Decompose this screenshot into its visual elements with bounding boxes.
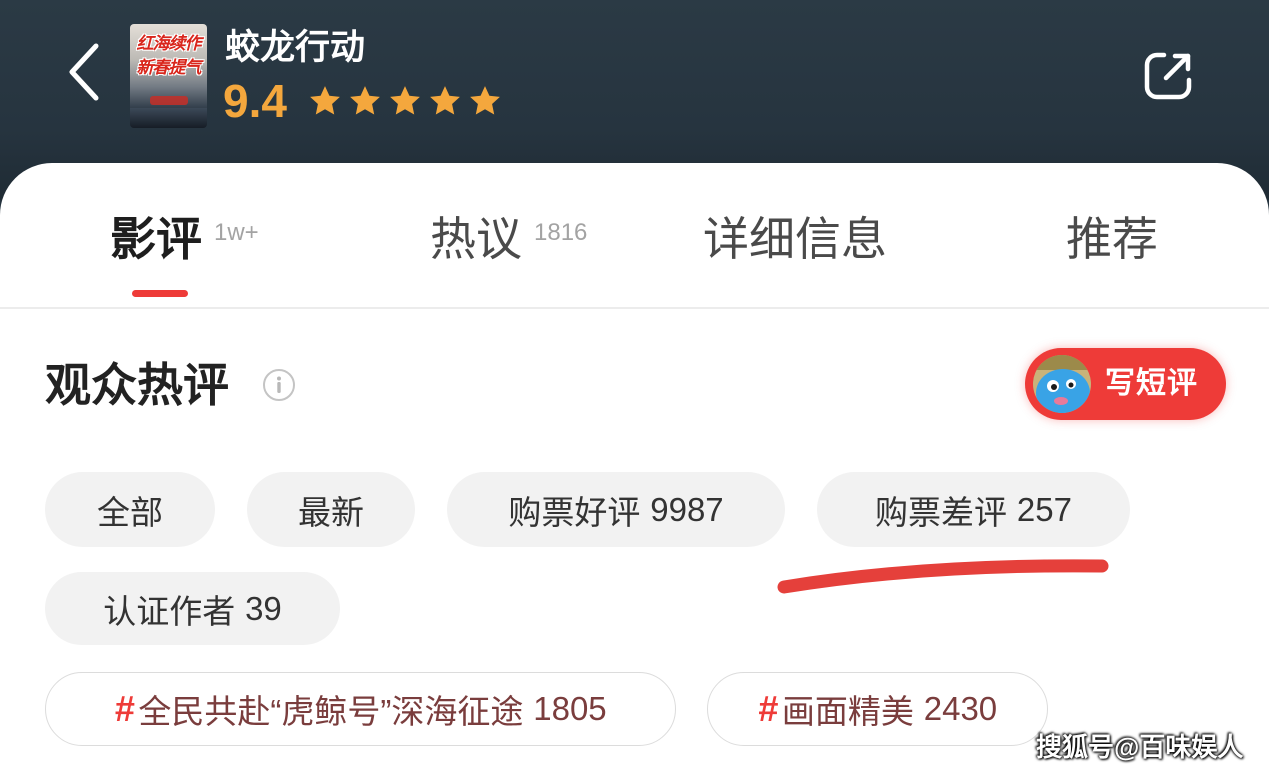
poster-sea	[130, 108, 207, 128]
filter-chip-label: 全部	[97, 493, 163, 531]
tabs-divider	[0, 307, 1269, 309]
hashtag-symbol: #	[114, 688, 135, 729]
content-card: 影评 1w+ 热议 1816 详细信息 推荐 观众热评 写短评 全部 最新 购票…	[0, 163, 1269, 773]
filter-chip-count: 39	[245, 589, 282, 627]
write-review-label: 写短评	[1105, 367, 1198, 400]
star-icon	[310, 86, 340, 115]
filter-chip-all[interactable]: 全部	[45, 472, 215, 547]
filter-chip-label: 认证作者	[103, 592, 236, 630]
tab-reviews[interactable]: 影评 1w+	[110, 211, 259, 267]
poster-text-line: 新春提气	[136, 58, 202, 77]
tab-label: 热议	[430, 213, 522, 265]
star-icon	[390, 86, 420, 115]
movie-rating: 9.4	[223, 75, 287, 127]
poster-emblem	[150, 96, 188, 105]
topic-label: 全民共赴“虎鲸号”深海征途	[138, 693, 524, 730]
filter-chip-latest[interactable]: 最新	[247, 472, 415, 547]
topic-count: 2430	[923, 690, 998, 727]
active-tab-indicator	[132, 290, 188, 297]
topic-label: 画面精美	[781, 693, 914, 730]
filter-chip-label: 最新	[298, 493, 364, 531]
filter-chip-label: 购票好评	[508, 493, 641, 531]
movie-poster[interactable]: 红海续作 新春提气	[130, 24, 207, 128]
write-review-button[interactable]: 写短评	[1025, 348, 1226, 420]
topic-tag[interactable]: # 全民共赴“虎鲸号”深海征途 1805	[45, 672, 676, 746]
poster-text-line: 红海续作	[136, 34, 202, 53]
movie-title: 蛟龙行动	[225, 28, 366, 67]
tab-label: 详细信息	[703, 213, 887, 265]
star-icon	[430, 86, 460, 115]
filter-chip-count: 9987	[650, 490, 724, 528]
back-button[interactable]	[66, 42, 102, 102]
tab-count: 1w+	[214, 219, 259, 246]
tab-discussion[interactable]: 热议 1816	[430, 211, 587, 267]
tab-recommend[interactable]: 推荐	[1066, 211, 1158, 267]
tab-label: 影评	[110, 213, 202, 265]
filter-chip-positive[interactable]: 购票好评 9987	[447, 472, 785, 547]
info-icon[interactable]	[262, 368, 296, 402]
section-title: 观众热评	[45, 359, 229, 411]
topic-tag[interactable]: # 画面精美 2430	[707, 672, 1048, 746]
filter-chip-verified[interactable]: 认证作者 39	[45, 572, 340, 645]
hashtag-symbol: #	[757, 688, 778, 729]
user-avatar	[1033, 355, 1091, 413]
share-button[interactable]	[1142, 50, 1194, 102]
star-icon	[350, 86, 380, 115]
star-icon	[470, 86, 500, 115]
rating-stars	[308, 84, 502, 120]
tab-count: 1816	[534, 219, 588, 246]
filter-chip-count: 257	[1016, 490, 1072, 528]
filter-chip-label: 购票差评	[875, 493, 1008, 531]
topic-count: 1805	[533, 690, 607, 727]
chevron-left-icon	[69, 43, 99, 101]
watermark: 搜狐号@百味娱人	[1036, 732, 1244, 762]
share-icon	[1144, 52, 1192, 100]
tab-label: 推荐	[1066, 213, 1158, 265]
tab-details[interactable]: 详细信息	[703, 211, 887, 267]
filter-chip-negative[interactable]: 购票差评 257	[817, 472, 1130, 547]
